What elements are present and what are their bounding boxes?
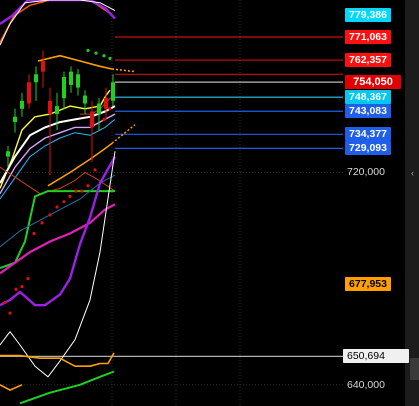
- candle-body[interactable]: [27, 82, 31, 104]
- axis-price-label: 720,000: [347, 166, 385, 178]
- price-level-badge: 677,953: [345, 277, 391, 291]
- candle-body[interactable]: [55, 106, 59, 115]
- price-level-badge: 779,386: [345, 8, 391, 22]
- sar-dot: [3, 300, 7, 305]
- sar-dot: [94, 51, 98, 55]
- sar-dot: [80, 189, 84, 193]
- candle-body[interactable]: [20, 100, 24, 109]
- sar-dot: [86, 48, 90, 53]
- price-level-badge: 734,377: [345, 127, 391, 141]
- sar-dot: [86, 184, 90, 188]
- candle-body[interactable]: [48, 100, 52, 115]
- price-level-badge: 762,357: [345, 53, 391, 67]
- sar-dot: [62, 200, 66, 204]
- sar-dot: [102, 117, 106, 122]
- sar-dot: [102, 54, 106, 58]
- price-level-badge: 748,367: [345, 90, 391, 104]
- candle-body[interactable]: [90, 111, 94, 128]
- sar-dot: [93, 168, 97, 172]
- candle-body[interactable]: [104, 98, 108, 109]
- candle-body[interactable]: [76, 74, 80, 88]
- scrollbar-thumb[interactable]: [410, 358, 419, 380]
- sar-dot: [20, 284, 24, 289]
- sar-dot: [8, 311, 12, 315]
- sar-dot: [48, 213, 52, 217]
- candle-body[interactable]: [62, 76, 66, 99]
- candle-body[interactable]: [69, 71, 73, 85]
- chart-plot-area[interactable]: [0, 0, 343, 406]
- axis-price-highlight: 650,694: [343, 349, 409, 363]
- candle-body[interactable]: [111, 82, 115, 101]
- sar-dot: [32, 231, 36, 236]
- sar-dot: [68, 194, 72, 198]
- sar-dot: [14, 287, 18, 291]
- candle-body[interactable]: [97, 103, 101, 115]
- candle-body[interactable]: [6, 151, 10, 157]
- axis-price-label: 640,000: [347, 379, 385, 391]
- candle-body[interactable]: [83, 95, 87, 104]
- current-price-badge: 754,050: [345, 75, 401, 89]
- price-level-badge: 729,093: [345, 141, 391, 155]
- sar-dot: [26, 277, 30, 281]
- sar-dot: [40, 221, 44, 225]
- chevron-left-icon[interactable]: ‹: [411, 168, 414, 178]
- candle-body[interactable]: [13, 116, 17, 123]
- sar-dot: [55, 205, 59, 209]
- price-level-badge: 771,063: [345, 30, 391, 44]
- plot-background: [0, 0, 343, 406]
- sar-dot: [108, 107, 112, 111]
- sar-dot: [74, 189, 78, 193]
- candle-body[interactable]: [41, 61, 45, 72]
- candle-body[interactable]: [34, 74, 38, 83]
- sar-dot: [108, 56, 112, 60]
- price-level-badge: 743,083: [345, 104, 391, 118]
- side-scrollbar[interactable]: [405, 0, 419, 406]
